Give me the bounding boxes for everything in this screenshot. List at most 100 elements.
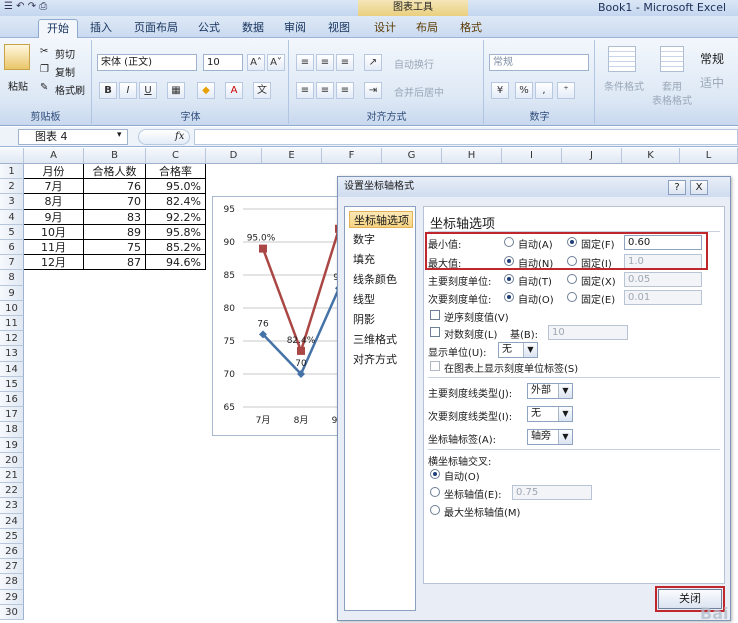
row-header[interactable]: 11 xyxy=(0,316,24,332)
minor-tick-select[interactable]: 无 ▼ xyxy=(527,406,573,422)
data-label[interactable]: 95.0% xyxy=(247,234,276,244)
minor-unit-fixed-label[interactable]: 固定(E) xyxy=(581,291,615,306)
y-tick-label[interactable]: 75 xyxy=(224,337,235,347)
cross-max-radio[interactable] xyxy=(430,505,440,515)
row-header[interactable]: 7 xyxy=(0,255,24,271)
nav-shadow[interactable]: 阴影 xyxy=(349,311,413,328)
align-top-icon[interactable]: ≡ xyxy=(296,54,314,71)
display-unit-select[interactable]: 无 ▼ xyxy=(498,342,538,358)
y-tick-label[interactable]: 80 xyxy=(224,304,236,314)
column-header[interactable]: H xyxy=(442,148,502,164)
quick-access-toolbar[interactable]: ☰ ↶ ↷ ⎙ xyxy=(4,1,47,12)
font-color-icon[interactable]: A xyxy=(225,82,243,99)
comma-button[interactable]: , xyxy=(535,82,553,99)
currency-icon[interactable]: ¥ xyxy=(491,82,509,99)
data-point[interactable] xyxy=(297,346,305,355)
chevron-down-icon[interactable]: ▼ xyxy=(558,407,572,421)
row-header[interactable]: 15 xyxy=(0,376,24,392)
chevron-down-icon[interactable]: ▼ xyxy=(558,430,572,444)
tab-view[interactable]: 视图 xyxy=(324,19,354,38)
chart-plot[interactable]: 959085807570657月8月9月76709295.0%82.4% xyxy=(213,197,347,437)
show-unit-label-text[interactable]: 在图表上显示刻度单位标签(S) xyxy=(444,360,578,375)
table-cell[interactable]: 87 xyxy=(84,255,146,271)
table-cell[interactable]: 89 xyxy=(84,224,146,240)
number-format-select[interactable]: 常规 xyxy=(489,54,589,71)
help-button[interactable]: ? xyxy=(668,180,686,195)
minor-unit-auto-radio[interactable] xyxy=(504,292,514,302)
column-header[interactable]: C xyxy=(146,148,206,164)
x-tick-label[interactable]: 7月 xyxy=(256,415,271,426)
cross-value-label[interactable]: 坐标轴值(E): xyxy=(444,486,502,501)
copy-icon[interactable]: ❐ xyxy=(40,64,49,75)
close-x-button[interactable]: X xyxy=(690,180,708,195)
formula-input[interactable] xyxy=(194,129,738,145)
nav-3d-format[interactable]: 三维格式 xyxy=(349,331,413,348)
row-header[interactable]: 5 xyxy=(0,224,24,240)
fill-color-icon[interactable]: ◆ xyxy=(197,82,215,99)
indent-icon[interactable]: ⇥ xyxy=(364,82,382,99)
tab-data[interactable]: 数据 xyxy=(238,19,268,38)
row-header[interactable]: 24 xyxy=(0,513,24,529)
nav-line-color[interactable]: 线条颜色 xyxy=(349,271,413,288)
y-tick-label[interactable]: 85 xyxy=(224,271,235,281)
minor-unit-auto-label[interactable]: 自动(O) xyxy=(518,291,554,306)
paste-button[interactable]: 粘贴 xyxy=(8,78,28,93)
table-cell[interactable]: 70 xyxy=(84,194,146,210)
align-center-icon[interactable]: ≡ xyxy=(316,82,334,99)
style-medium[interactable]: 适中 xyxy=(700,74,724,91)
log-base-input[interactable]: 10 xyxy=(548,325,628,340)
table-cell[interactable]: 11月 xyxy=(24,240,84,256)
row-header[interactable]: 4 xyxy=(0,209,24,225)
align-left-icon[interactable]: ≡ xyxy=(296,82,314,99)
major-unit-auto-radio[interactable] xyxy=(504,274,514,284)
major-tick-select[interactable]: 外部 ▼ xyxy=(527,383,573,399)
tab-formulas[interactable]: 公式 xyxy=(194,19,224,38)
bold-button[interactable]: B xyxy=(99,82,117,99)
row-header[interactable]: 1 xyxy=(0,164,24,180)
row-header[interactable]: 30 xyxy=(0,604,24,620)
table-cell[interactable]: 83 xyxy=(84,209,146,225)
table-format-icon[interactable] xyxy=(660,46,684,72)
column-header[interactable]: J xyxy=(562,148,622,164)
table-cell[interactable]: 82.4% xyxy=(146,194,206,210)
table-cell[interactable]: 85.2% xyxy=(146,240,206,256)
y-tick-label[interactable]: 90 xyxy=(224,238,236,248)
column-header[interactable]: A xyxy=(24,148,84,164)
borders-icon[interactable]: ▦ xyxy=(167,82,185,99)
table-cell[interactable]: 94.6% xyxy=(146,255,206,271)
row-header[interactable]: 19 xyxy=(0,437,24,453)
row-header[interactable]: 25 xyxy=(0,528,24,544)
grow-font-button[interactable]: A˄ xyxy=(247,54,265,71)
row-header[interactable]: 13 xyxy=(0,346,24,362)
align-middle-icon[interactable]: ≡ xyxy=(316,54,334,71)
row-header[interactable]: 20 xyxy=(0,452,24,468)
table-format-button[interactable]: 套用 xyxy=(662,78,682,93)
column-header[interactable]: F xyxy=(322,148,382,164)
tab-home[interactable]: 开始 xyxy=(38,19,78,38)
show-unit-label-checkbox[interactable] xyxy=(430,361,440,371)
reverse-order-label[interactable]: 逆序刻度值(V) xyxy=(444,309,509,324)
table-cell[interactable]: 92.2% xyxy=(146,209,206,225)
format-painter-icon[interactable]: ✎ xyxy=(40,82,48,93)
table-cell[interactable]: 95.8% xyxy=(146,224,206,240)
data-point[interactable] xyxy=(259,244,267,253)
table-cell[interactable]: 95.0% xyxy=(146,179,206,195)
underline-button[interactable]: U xyxy=(139,82,157,99)
row-header[interactable]: 3 xyxy=(0,194,24,210)
row-header[interactable]: 10 xyxy=(0,300,24,316)
font-name-select[interactable]: 宋体 (正文) xyxy=(97,54,197,71)
log-scale-label[interactable]: 对数刻度(L) xyxy=(444,326,497,341)
table-cell[interactable]: 10月 xyxy=(24,224,84,240)
row-header[interactable]: 14 xyxy=(0,361,24,377)
cross-auto-label[interactable]: 自动(O) xyxy=(444,468,480,483)
name-box[interactable]: 图表 4 xyxy=(18,129,128,145)
shrink-font-button[interactable]: A˅ xyxy=(267,54,285,71)
line-chart[interactable]: 959085807570657月8月9月76709295.0%82.4% xyxy=(212,196,347,437)
row-header[interactable]: 23 xyxy=(0,498,24,514)
row-header[interactable]: 9 xyxy=(0,285,24,301)
table-header-cell[interactable]: 合格率 xyxy=(146,164,206,180)
log-scale-checkbox[interactable] xyxy=(430,327,440,337)
row-header[interactable]: 6 xyxy=(0,240,24,256)
data-label[interactable]: 82.4% xyxy=(287,336,316,346)
cut-button[interactable]: 剪切 xyxy=(55,46,75,61)
